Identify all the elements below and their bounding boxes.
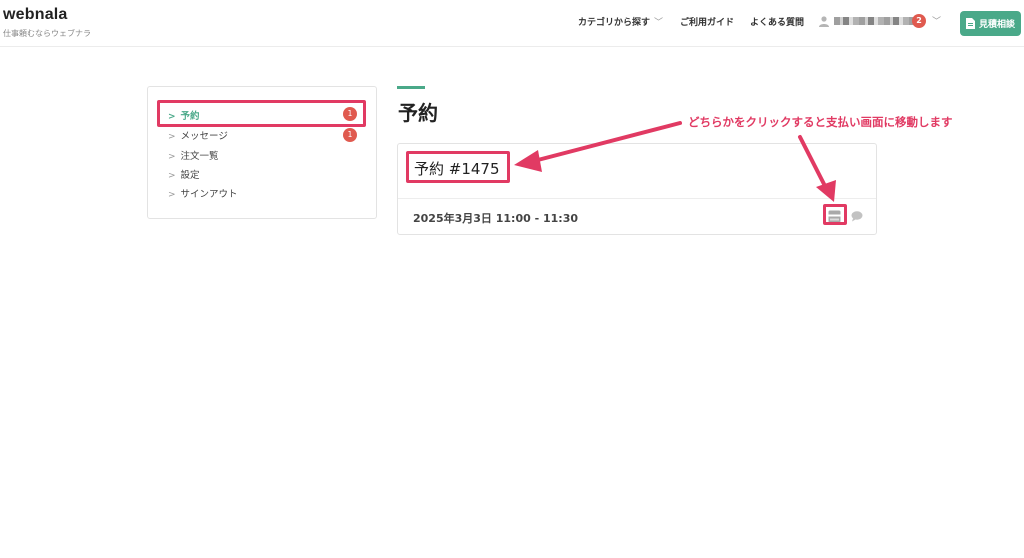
sidebar-item-settings[interactable]: > 設定 [168,167,200,181]
page-title: 予約 [398,101,438,125]
chevron-down-icon: ﹀ [932,17,942,27]
annotation-highlight-reservation-title [406,151,510,183]
title-accent-bar [397,86,425,89]
sidebar-item-label: 注文一覧 [180,151,219,162]
user-icon [819,16,829,27]
site-logo[interactable]: webnala [3,6,68,24]
nav-category-label: カテゴリから探す [578,18,651,28]
annotation-text: どちらかをクリックすると支払い画面に移動します [688,115,953,129]
site-tagline: 仕事頼むならウェブナラ [3,29,91,38]
sidebar-badge-messages: 1 [343,128,357,142]
notification-badge: 2 [912,14,926,28]
annotation-highlight-payment-icon [823,204,847,225]
chevron-down-icon: ﹀ [654,18,664,28]
annotation-arrows [514,121,836,202]
sidebar-item-label: メッセージ [180,131,228,142]
estimate-consult-label: 見積相談 [978,20,1015,30]
chevron-right-icon: > [168,152,176,162]
estimate-consult-button[interactable]: 見積相談 [960,11,1021,36]
nav-guide-link[interactable]: ご利用ガイド [680,15,734,28]
chat-bubble-icon[interactable] [851,211,863,222]
reservation-datetime: 2025年3月3日 11:00 - 11:30 [413,212,579,225]
nav-category-dropdown[interactable]: カテゴリから探す ﹀ [578,15,663,28]
annotation-highlight-sidebar [157,100,366,127]
sidebar-item-label: 設定 [180,170,200,181]
chevron-right-icon: > [168,171,176,181]
sidebar-item-label: サインアウト [180,189,238,200]
sidebar-item-orders[interactable]: > 注文一覧 [168,148,219,162]
sidebar-item-signout[interactable]: > サインアウト [168,186,238,200]
site-header: webnala 仕事頼むならウェブナラ カテゴリから探す ﹀ ご利用ガイド よくあ… [0,0,1024,47]
user-name-blurred [834,17,922,25]
card-divider [398,198,876,199]
nav-faq-link[interactable]: よくある質問 [750,15,804,28]
chevron-right-icon: > [168,132,176,142]
chevron-right-icon: > [168,190,176,200]
sidebar-item-messages[interactable]: > メッセージ [168,128,228,142]
user-menu[interactable]: 2 ﹀ [818,13,943,31]
document-icon [965,18,975,29]
